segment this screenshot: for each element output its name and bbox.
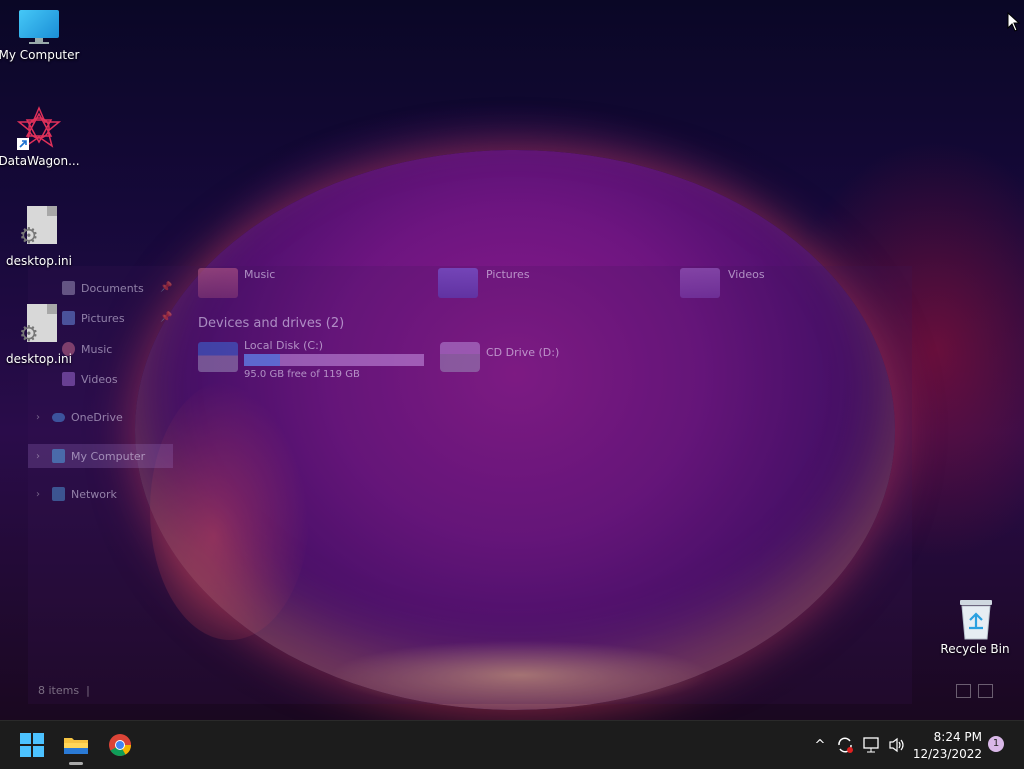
nav-item-label: Pictures [81, 311, 125, 325]
recycle-bin-icon [958, 598, 992, 640]
chevron-right-icon[interactable]: › [36, 451, 40, 462]
clock-time: 8:24 PM [933, 730, 982, 744]
mouse-cursor-icon [1007, 12, 1021, 32]
pin-icon: 📌 [160, 312, 173, 323]
settings-file-icon: ⚙ [19, 206, 59, 250]
file-explorer-taskbar-button[interactable] [56, 725, 96, 765]
status-bar-item-count: 8 items | [38, 684, 90, 697]
desktop-icon-desktop-ini-2[interactable]: ⚙ desktop.ini [0, 304, 78, 366]
desktop-icon-label: desktop.ini [6, 352, 72, 366]
videos-icon [62, 372, 75, 386]
devices-section-title[interactable]: Devices and drives (2) [198, 316, 344, 331]
nav-item-label: Videos [81, 372, 118, 386]
music-folder-label[interactable]: Music [244, 268, 275, 281]
pictures-folder-icon[interactable] [438, 268, 478, 298]
cd-drive-icon [440, 342, 480, 372]
pin-icon: 📌 [160, 282, 173, 293]
nav-item-label: My Computer [71, 449, 146, 463]
windows-logo-icon [20, 733, 44, 757]
monitor-icon [19, 10, 59, 44]
taskbar: ^ 8:24 PM 12/23/2022 [0, 720, 1024, 769]
nav-item-documents[interactable]: Documents [62, 277, 144, 299]
desktop-icon-recycle-bin[interactable]: Recycle Bin [936, 598, 1014, 656]
nav-item-label: Documents [81, 281, 144, 295]
nav-item-network[interactable]: › Network [36, 483, 117, 505]
clock-date: 12/23/2022 [912, 747, 982, 761]
pictures-folder-label[interactable]: Pictures [486, 268, 530, 281]
local-disk-usage-fill [244, 354, 280, 366]
nav-item-onedrive[interactable]: › OneDrive [36, 406, 123, 428]
details-view-icon[interactable] [956, 684, 971, 698]
documents-icon [62, 281, 75, 295]
nav-item-videos[interactable]: Videos [62, 368, 118, 390]
cd-drive-label: CD Drive (D:) [486, 346, 560, 359]
active-app-indicator [69, 762, 83, 765]
datawagon-icon [16, 106, 62, 150]
nav-item-label: Network [71, 487, 117, 501]
desktop-icon-desktop-ini-1[interactable]: ⚙ desktop.ini [0, 206, 78, 268]
folder-icon [64, 738, 88, 754]
show-hidden-icons-chevron-icon[interactable]: ^ [810, 721, 830, 769]
chevron-right-icon[interactable]: › [36, 412, 40, 423]
desktop-icon-datawagon[interactable]: DataWagon... [0, 106, 80, 168]
desktop-icon-label: Recycle Bin [940, 642, 1010, 656]
videos-folder-icon[interactable] [680, 268, 720, 298]
file-explorer-window: Music Pictures Videos Documents 📌 Pictur… [28, 266, 993, 704]
chevron-right-icon[interactable]: › [36, 489, 40, 500]
nav-item-label: Music [81, 342, 113, 356]
start-button[interactable] [12, 725, 52, 765]
videos-folder-label[interactable]: Videos [728, 268, 765, 281]
hard-drive-icon [198, 342, 238, 372]
local-disk-free-space: 95.0 GB free of 119 GB [244, 369, 360, 380]
local-disk-usage-bar [244, 354, 424, 366]
notification-badge[interactable]: 1 [988, 736, 1004, 752]
computer-icon [52, 449, 65, 463]
desktop-icon-my-computer[interactable]: My Computer [0, 10, 80, 62]
desktop-icon-label: desktop.ini [6, 254, 72, 268]
onedrive-icon [52, 412, 65, 422]
sync-icon[interactable] [834, 721, 856, 769]
nav-item-my-computer[interactable]: › My Computer [36, 445, 145, 467]
settings-file-icon: ⚙ [19, 304, 59, 348]
chrome-icon [109, 734, 131, 756]
nav-item-label: OneDrive [71, 410, 123, 424]
music-folder-icon[interactable] [198, 268, 238, 298]
chrome-taskbar-button[interactable] [100, 725, 140, 765]
large-icons-view-icon[interactable] [978, 684, 993, 698]
volume-icon[interactable] [886, 721, 908, 769]
local-disk-label: Local Disk (C:) [244, 339, 324, 352]
desktop-icon-label: My Computer [0, 48, 80, 62]
network-icon[interactable] [860, 721, 884, 769]
network-icon [52, 487, 65, 501]
desktop-icon-label: DataWagon... [0, 154, 80, 168]
taskbar-clock[interactable]: 8:24 PM 12/23/2022 [908, 729, 982, 763]
